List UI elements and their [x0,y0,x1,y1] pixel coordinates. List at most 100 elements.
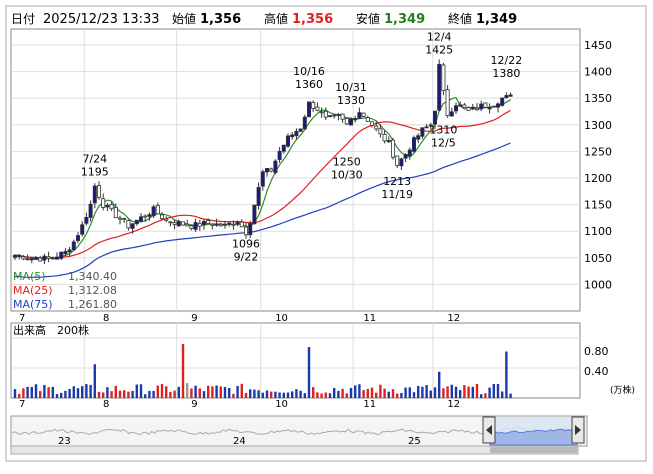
low-value: 1,349 [384,12,425,27]
volume-bar-104 [450,384,453,398]
candle-body-97 [420,127,425,137]
navigator-label-25: 25 [408,436,421,447]
volume-bar-98 [425,385,428,398]
volume-bar-52 [232,393,235,398]
volume-bar-65 [286,392,290,398]
candle-body-6 [38,257,43,262]
volume-bar-53 [236,385,239,398]
candle-body-84 [365,117,370,122]
candle-body-74 [323,110,328,118]
candle-body-32 [147,214,152,217]
volume-bar-82 [358,384,361,398]
candle-body-47 [210,223,215,226]
volume-bar-61 [270,391,273,398]
price-tick-1300: 1300 [584,119,612,132]
candle-body-53 [235,221,240,225]
candle-body-13 [67,249,72,253]
candle-body-50 [222,223,227,226]
stock-chart-widget: 日付 2025/12/23 13:33 始値 1,356 高値 1,356 安値… [0,0,653,470]
volume-bar-36 [165,386,168,398]
candle-body-91 [395,155,400,166]
navigator-right-handle[interactable] [571,416,585,444]
volume-bar-31 [144,394,147,398]
candle-body-12 [63,251,68,255]
month-label-9-1: 9 [191,399,197,410]
volume-bar-60 [265,390,269,398]
candle-body-88 [382,133,387,142]
candle-body-104 [449,111,454,117]
candle-body-82 [357,112,362,119]
volume-bar-78 [341,388,344,398]
volume-tick-1: 0.40 [584,365,609,378]
volume-bar-0 [13,389,17,398]
volume-bar-117 [505,351,508,398]
candle-body-59 [260,171,265,187]
price-tick-1150: 1150 [584,199,612,212]
volume-bar-14 [72,386,75,398]
annotation-3-line2: 1330 [337,94,365,107]
candle-body-64 [281,144,286,152]
datetime-value: 2025/12/23 13:33 [43,12,160,27]
candle-body-68 [298,128,303,132]
candle-body-40 [180,221,185,226]
volume-bar-40 [181,344,185,398]
candle-body-65 [285,135,290,147]
volume-bar-118 [509,393,512,398]
range-navigator[interactable]: 23 24 25 [10,415,588,455]
volume-bar-88 [383,388,386,398]
annotation-5-line1: 1213 [383,175,411,188]
ma25-legend-value: 1,312.08 [68,284,117,297]
month-label-7-0: 7 [19,313,25,324]
annotation-4-line1: 1250 [333,155,361,168]
volume-bar-56 [249,389,252,398]
navigator-scroll-thumb[interactable] [490,447,577,453]
volume-bar-64 [282,392,285,398]
ma5-legend-value: 1,340.40 [68,270,117,283]
volume-bar-67 [295,389,298,398]
candle-body-34 [155,205,160,215]
candle-body-110 [474,107,479,111]
volume-bar-25 [118,390,122,398]
candle-body-113 [487,106,492,110]
candle-body-85 [369,121,374,126]
volume-bar-100 [433,387,437,398]
volume-bar-91 [396,393,399,398]
volume-bar-48 [215,385,218,398]
candle-body-114 [491,105,496,108]
volume-bar-28 [131,390,134,398]
candle-body-78 [340,113,345,120]
price-tick-1000: 1000 [584,278,612,291]
navigator-left-handle[interactable] [482,416,496,444]
candle-body-18 [88,203,93,218]
candle-body-90 [390,139,395,158]
candle-body-81 [353,118,358,121]
open-label: 始値 [172,11,196,26]
candle-body-48 [214,223,219,226]
volume-bar-55 [244,393,248,398]
candle-body-69 [302,116,307,130]
candle-body-70 [306,101,311,118]
ma25-legend-label: MA(25) [13,284,53,297]
candle-body-116 [500,97,505,106]
candle-body-77 [336,114,341,116]
volume-bar-109 [471,386,474,398]
candle-body-87 [378,128,383,135]
volume-bar-77 [337,390,340,398]
price-tick-1400: 1400 [584,66,612,79]
volume-bar-17 [85,384,88,398]
volume-bar-26 [123,390,126,398]
candle-body-35 [159,214,164,220]
annotation-2-line1: 10/16 [293,65,325,78]
volume-bar-99 [429,390,432,398]
candle-body-62 [273,160,278,173]
candle-body-19 [92,185,97,204]
volume-bar-49 [219,386,222,398]
candle-body-51 [227,222,232,225]
volume-bar-116 [501,391,504,398]
annotation-1-line1: 1096 [232,237,260,250]
volume-bar-1 [18,393,21,398]
volume-bar-83 [362,390,365,398]
price-tick-1200: 1200 [584,172,612,185]
candle-body-55 [243,226,248,236]
navigator-label-24: 24 [233,436,246,447]
